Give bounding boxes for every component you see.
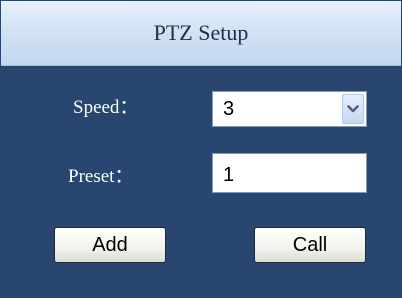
preset-input[interactable] xyxy=(212,153,367,193)
call-button[interactable]: Call xyxy=(254,227,366,263)
ptz-setup-panel: PTZ Setup Speed： 3 Preset： Add Call xyxy=(0,0,402,298)
panel-body: Speed： 3 Preset： Add Call xyxy=(1,66,401,297)
panel-header: PTZ Setup xyxy=(1,1,401,66)
add-button[interactable]: Add xyxy=(54,227,166,263)
panel-title: PTZ Setup xyxy=(153,20,249,45)
speed-label: Speed： xyxy=(73,97,139,118)
speed-select[interactable]: 3 xyxy=(212,91,367,127)
speed-select-value: 3 xyxy=(223,98,235,120)
chevron-down-icon[interactable] xyxy=(342,94,364,124)
preset-label: Preset： xyxy=(68,166,134,187)
